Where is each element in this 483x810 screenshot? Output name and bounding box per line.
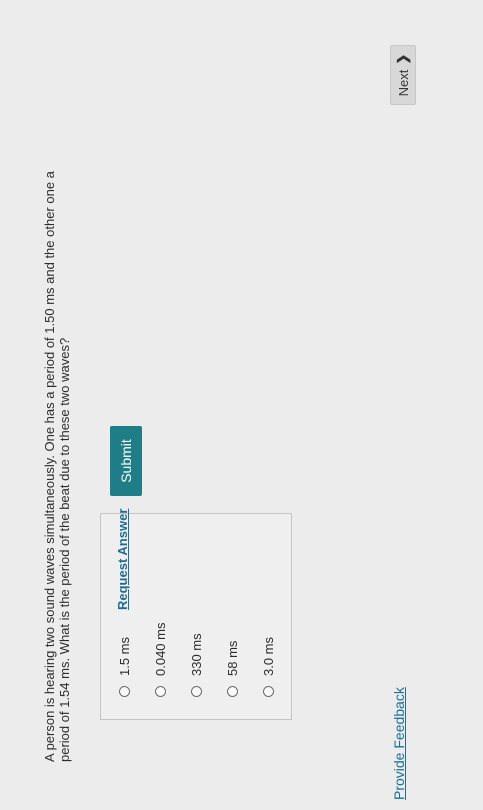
question-text: A person is hearing two sound waves simu… [42, 171, 72, 762]
chevron-right-icon: ❯ [395, 53, 410, 65]
request-answer-link[interactable]: Request Answer [115, 509, 130, 610]
radio-button[interactable] [191, 686, 202, 697]
radio-button[interactable] [119, 686, 130, 697]
choice-label: 3.0 ms [261, 636, 276, 676]
choice-label: 0.040 ms [153, 622, 168, 676]
radio-button[interactable] [227, 686, 238, 697]
provide-feedback-link[interactable]: Provide Feedback [391, 687, 407, 800]
radio-button[interactable] [263, 686, 274, 697]
radio-button[interactable] [155, 686, 166, 697]
choice-3[interactable]: 330 ms [189, 633, 204, 697]
choice-1[interactable]: 1.5 ms [117, 637, 132, 697]
choice-label: 330 ms [189, 633, 204, 676]
choice-label: 1.5 ms [117, 636, 132, 676]
page-stage: A person is hearing two sound waves simu… [0, 0, 483, 810]
submit-button[interactable]: Submit [110, 426, 142, 496]
choice-4[interactable]: 58 ms [225, 641, 240, 697]
next-button[interactable]: Next ❯ [390, 45, 416, 105]
choice-2[interactable]: 0.040 ms [153, 623, 168, 697]
choice-label: 58 ms [225, 640, 240, 676]
choice-5[interactable]: 3.0 ms [261, 637, 276, 697]
next-label: Next [395, 69, 411, 97]
